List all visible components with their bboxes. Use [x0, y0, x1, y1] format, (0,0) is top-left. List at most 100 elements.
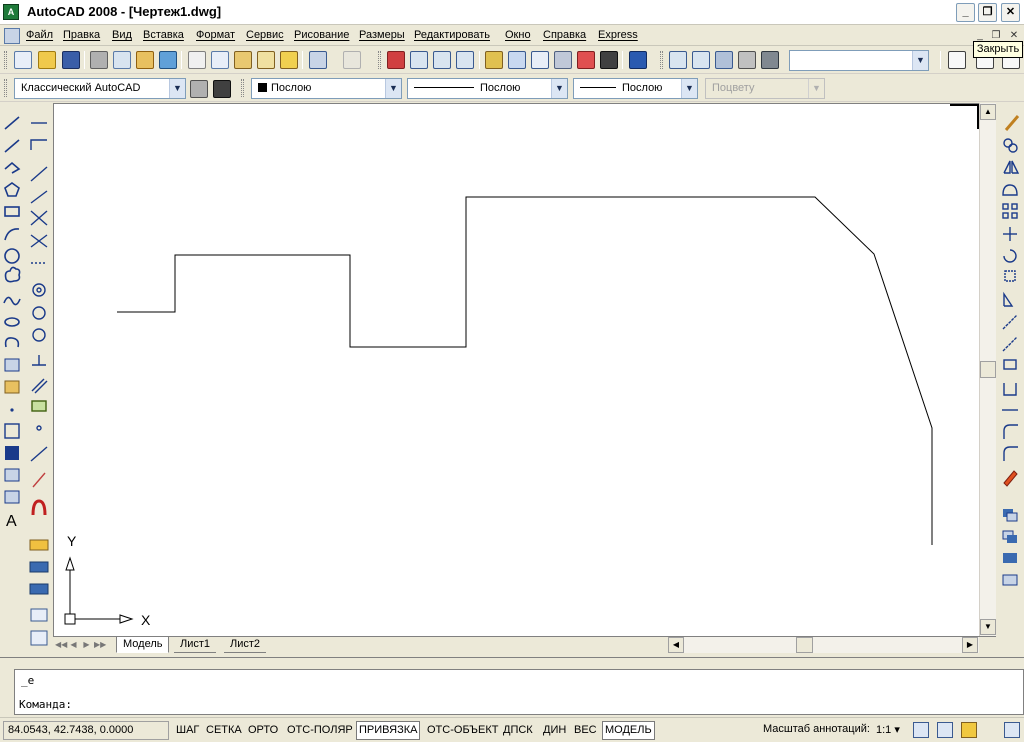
- menu-dimension[interactable]: Размеры: [359, 29, 405, 41]
- chevron-down-icon[interactable]: ▼: [169, 79, 185, 98]
- match-properties-icon[interactable]: [257, 51, 275, 69]
- help-icon[interactable]: [629, 51, 647, 69]
- scroll-left-button[interactable]: ◀: [668, 637, 684, 653]
- markup-icon[interactable]: [577, 51, 595, 69]
- minimize-button[interactable]: _: [956, 3, 975, 22]
- restore-button[interactable]: ❐: [978, 3, 997, 22]
- camera-icon[interactable]: [738, 51, 756, 69]
- zoom-window-icon[interactable]: [433, 51, 451, 69]
- toggle-lineweight[interactable]: ВЕС: [571, 721, 600, 740]
- workspace-combo[interactable]: Классический AutoCAD ▼: [14, 78, 186, 99]
- toggle-dyn[interactable]: ДИН: [540, 721, 569, 740]
- menu-help[interactable]: Справка: [543, 29, 586, 41]
- pan-realtime-icon[interactable]: [387, 51, 405, 69]
- toggle-ortho[interactable]: ОРТО: [245, 721, 281, 740]
- document-icon[interactable]: [4, 28, 20, 44]
- print-icon[interactable]: [90, 51, 108, 69]
- save-icon[interactable]: [62, 51, 80, 69]
- redo-icon[interactable]: [343, 51, 361, 69]
- text-style-icon[interactable]: [948, 51, 966, 69]
- drawing-canvas[interactable]: Y X: [53, 103, 979, 636]
- toggle-otrack[interactable]: ОТС-ОБЪЕКТ: [424, 721, 501, 740]
- lineweight-control-combo[interactable]: Послою ▼: [573, 78, 698, 99]
- toggle-osnap[interactable]: ПРИВЯЗКА: [356, 721, 421, 740]
- menu-express[interactable]: Express: [598, 29, 638, 41]
- color-control-combo[interactable]: Послою ▼: [251, 78, 402, 99]
- toggle-grid[interactable]: СЕТКА: [203, 721, 245, 740]
- scroll-down-button[interactable]: ▼: [980, 619, 996, 635]
- calculator-icon[interactable]: [600, 51, 618, 69]
- walk-icon[interactable]: [761, 51, 779, 69]
- tab-next-button[interactable]: ▶: [81, 638, 92, 652]
- design-center-icon[interactable]: [508, 51, 526, 69]
- steering-wheel-icon[interactable]: [715, 51, 733, 69]
- autocad-app-icon[interactable]: A: [3, 4, 19, 20]
- tool-palettes-icon[interactable]: [531, 51, 549, 69]
- menu-file[interactable]: Файл: [26, 29, 53, 41]
- menu-modify[interactable]: Редактировать: [414, 29, 490, 41]
- command-prompt[interactable]: Команда:: [19, 698, 72, 711]
- toggle-snap[interactable]: ШАГ: [173, 721, 202, 740]
- zoom-previous-icon[interactable]: [456, 51, 474, 69]
- plot-preview-icon[interactable]: [113, 51, 131, 69]
- toolbar-grip[interactable]: [378, 51, 381, 69]
- vertical-scroll-thumb[interactable]: [980, 361, 996, 378]
- zoom-in-icon[interactable]: [692, 51, 710, 69]
- menu-tools[interactable]: Сервис: [246, 29, 284, 41]
- command-history[interactable]: _e Команда:: [14, 669, 1024, 715]
- properties-icon[interactable]: [485, 51, 503, 69]
- toggle-ducs[interactable]: ДПСК: [500, 721, 536, 740]
- menu-format[interactable]: Формат: [196, 29, 235, 41]
- 3d-orbit-icon[interactable]: [669, 51, 687, 69]
- toggle-polar[interactable]: ОТС-ПОЛЯР: [284, 721, 356, 740]
- block-editor-icon[interactable]: [280, 51, 298, 69]
- tab-layout1[interactable]: Лист1: [174, 637, 217, 653]
- drawn-polyline[interactable]: [117, 196, 933, 545]
- vertical-scrollbar[interactable]: ▲ ▼: [979, 103, 996, 636]
- menu-edit[interactable]: Правка: [63, 29, 100, 41]
- menu-window[interactable]: Окно: [505, 29, 531, 41]
- zoom-realtime-icon[interactable]: [410, 51, 428, 69]
- named-views-combo[interactable]: ▼: [789, 50, 929, 71]
- chevron-down-icon[interactable]: ▼: [551, 79, 567, 98]
- chevron-down-icon[interactable]: ▼: [912, 51, 928, 70]
- toggle-model[interactable]: МОДЕЛЬ: [602, 721, 655, 740]
- tab-previous-button[interactable]: ◀: [68, 638, 79, 652]
- toolbar-grip[interactable]: [660, 51, 663, 69]
- sheet-set-icon[interactable]: [554, 51, 572, 69]
- scroll-right-button[interactable]: ▶: [962, 637, 978, 653]
- cut-icon[interactable]: [188, 51, 206, 69]
- linetype-control-combo[interactable]: Послою ▼: [407, 78, 568, 99]
- undo-icon[interactable]: [309, 51, 327, 69]
- tab-layout2[interactable]: Лист2: [224, 637, 267, 653]
- tab-last-button[interactable]: ▶▶: [94, 638, 106, 652]
- 3d-dwf-icon[interactable]: [159, 51, 177, 69]
- horizontal-scrollbar[interactable]: ◀ ▶: [668, 637, 979, 653]
- open-file-icon[interactable]: [38, 51, 56, 69]
- workspace-settings-icon[interactable]: [190, 80, 208, 98]
- new-file-icon[interactable]: [14, 51, 32, 69]
- annotation-visibility-icon[interactable]: [913, 722, 929, 738]
- tab-first-button[interactable]: ◀◀: [55, 638, 67, 652]
- toolbar-grip[interactable]: [4, 51, 7, 69]
- chevron-down-icon[interactable]: ▼: [681, 79, 697, 98]
- toolbar-grip[interactable]: [4, 79, 7, 97]
- tab-model[interactable]: Модель: [116, 637, 170, 653]
- my-workspace-icon[interactable]: [213, 80, 231, 98]
- menu-insert[interactable]: Вставка: [143, 29, 184, 41]
- annotation-scale-value[interactable]: 1:1 ▾: [876, 723, 900, 736]
- paste-icon[interactable]: [234, 51, 252, 69]
- chevron-down-icon[interactable]: ▼: [385, 79, 401, 98]
- clean-screen-icon[interactable]: [1004, 722, 1020, 738]
- close-button[interactable]: ✕: [1001, 3, 1020, 22]
- lock-icon[interactable]: [961, 722, 977, 738]
- publish-icon[interactable]: [136, 51, 154, 69]
- copy-icon[interactable]: [211, 51, 229, 69]
- drawing-svg[interactable]: Y X: [54, 104, 979, 636]
- menu-view[interactable]: Вид: [112, 29, 132, 41]
- toolbar-grip[interactable]: [241, 79, 244, 97]
- auto-scale-icon[interactable]: [937, 722, 953, 738]
- horizontal-scroll-thumb[interactable]: [796, 637, 813, 653]
- menu-draw[interactable]: Рисование: [294, 29, 349, 41]
- coordinate-readout[interactable]: 84.0543, 42.7438, 0.0000: [3, 721, 169, 740]
